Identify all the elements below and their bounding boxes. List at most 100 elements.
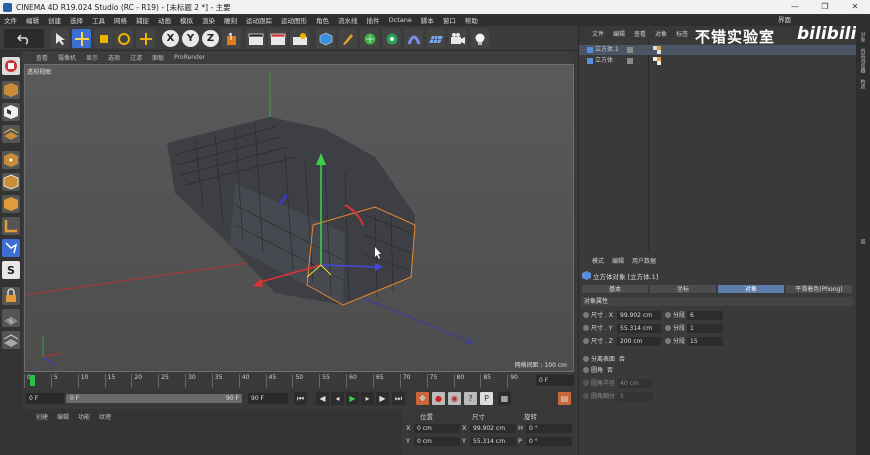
workplane-mode-button[interactable]	[2, 125, 20, 143]
go-to-start-button[interactable]: ⏮	[294, 392, 307, 405]
menu-mograph[interactable]: 运动图形	[281, 15, 307, 25]
object-row-cube[interactable]: 立方体	[579, 56, 857, 66]
close-button[interactable]: ✕	[840, 0, 870, 14]
snap-button[interactable]: S	[2, 261, 20, 279]
next-key-button[interactable]: ▶	[376, 392, 389, 405]
coord-pitch-field[interactable]: 0 °	[526, 437, 572, 446]
cloner-button[interactable]	[382, 29, 401, 48]
segments-z-field[interactable]: 15	[687, 337, 723, 346]
solo-button[interactable]	[2, 331, 20, 349]
current-frame-field[interactable]: 0 F	[536, 375, 574, 386]
attr-menu-user-data[interactable]: 用户数据	[632, 256, 656, 265]
menu-select[interactable]: 选择	[70, 15, 83, 25]
attr-tab-basic[interactable]: 基本	[581, 284, 649, 294]
menu-edit[interactable]: 编辑	[26, 15, 39, 25]
objects-menu-view[interactable]: 查看	[634, 29, 646, 38]
menu-sculpt[interactable]: 雕刻	[224, 15, 237, 25]
objects-menu-edit[interactable]: 编辑	[613, 29, 625, 38]
animate-toggle-icon[interactable]	[665, 312, 671, 318]
axis-mode-button[interactable]	[2, 217, 20, 235]
rotate-tool-button[interactable]	[114, 29, 133, 48]
menu-script[interactable]: 脚本	[421, 15, 434, 25]
visibility-toggle-icon[interactable]	[627, 58, 633, 64]
menu-window[interactable]: 窗口	[443, 15, 456, 25]
attr-menu-edit[interactable]: 编辑	[612, 256, 624, 265]
menu-file[interactable]: 文件	[4, 15, 17, 25]
coord-heading-field[interactable]: 0 °	[526, 424, 572, 433]
render-view-button[interactable]	[246, 29, 265, 48]
locked-workplane-button[interactable]	[2, 287, 20, 305]
move-tool-button[interactable]	[72, 29, 91, 48]
move-keyframe-button[interactable]: ✥	[416, 392, 429, 405]
point-level-animation-button[interactable]: P	[480, 392, 493, 405]
deformer-button[interactable]	[404, 29, 423, 48]
viewport-menu-panel[interactable]: 面板	[152, 53, 164, 62]
menu-plugins[interactable]: 插件	[367, 15, 380, 25]
animate-toggle-icon[interactable]	[583, 367, 589, 373]
camera-button[interactable]	[448, 29, 467, 48]
attr-tab-object[interactable]: 对象	[717, 284, 785, 294]
fillet-value[interactable]: 否	[607, 365, 613, 376]
size-y-field[interactable]: 55.314 cm	[617, 324, 661, 333]
menu-snap[interactable]: 捕捉	[136, 15, 149, 25]
texture-mode-button[interactable]	[2, 103, 20, 121]
planar-workplane-button[interactable]	[2, 309, 20, 327]
edges-mode-button[interactable]	[2, 173, 20, 191]
segments-y-field[interactable]: 1	[687, 324, 723, 333]
objects-menu-tags[interactable]: 标签	[676, 29, 688, 38]
preview-range-slider[interactable]: 0 F 90 F	[66, 394, 242, 403]
material-menu-edit[interactable]: 编辑	[57, 412, 69, 421]
points-mode-button[interactable]	[2, 151, 20, 169]
material-menu-create[interactable]: 创建	[36, 412, 48, 421]
z-axis-lock-button[interactable]: Z	[202, 30, 219, 47]
phong-tag-icon[interactable]	[653, 46, 661, 54]
go-to-end-button[interactable]: ⏭	[392, 392, 405, 405]
tweak-mode-button[interactable]	[2, 239, 20, 257]
viewport-menu-options[interactable]: 选项	[108, 53, 120, 62]
side-tab-structure[interactable]: 构造	[860, 79, 867, 89]
animate-toggle-icon[interactable]	[665, 338, 671, 344]
floor-button[interactable]	[426, 29, 445, 48]
previous-key-button[interactable]: ◀	[316, 392, 329, 405]
menu-character[interactable]: 角色	[316, 15, 329, 25]
next-frame-button[interactable]: ▸	[361, 392, 374, 405]
record-active-button[interactable]: ●	[432, 392, 445, 405]
spline-pen-button[interactable]	[338, 29, 357, 48]
coord-position-x-field[interactable]: 0 cm	[414, 424, 460, 433]
viewport-menu-filter[interactable]: 过滤	[130, 53, 142, 62]
perspective-viewport[interactable]: 透视视图 网格间距: 100 cm	[24, 64, 574, 372]
material-menu-function[interactable]: 功能	[78, 412, 90, 421]
menu-create[interactable]: 创建	[48, 15, 61, 25]
maximize-button[interactable]: ❐	[810, 0, 840, 14]
viewport-menu-cameras[interactable]: 摄像机	[58, 53, 76, 62]
keyframe-selection-button[interactable]: ?	[464, 392, 477, 405]
attr-tab-phong[interactable]: 平滑着色(Phong)	[785, 284, 853, 294]
menu-help[interactable]: 帮助	[465, 15, 478, 25]
render-picture-viewer-button[interactable]	[268, 29, 287, 48]
animate-toggle-icon[interactable]	[583, 356, 589, 362]
timeline-grid-button[interactable]: ▦	[498, 392, 511, 405]
viewport-menu-view[interactable]: 查看	[36, 53, 48, 62]
material-menu-texture[interactable]: 纹理	[99, 412, 111, 421]
menu-simulate[interactable]: 模拟	[180, 15, 193, 25]
size-z-field[interactable]: 200 cm	[617, 337, 661, 346]
animate-toggle-icon[interactable]	[583, 325, 589, 331]
cube-primitive-button[interactable]	[316, 29, 335, 48]
undo-button[interactable]	[4, 29, 44, 48]
size-x-field[interactable]: 99.902 cm	[617, 311, 661, 320]
side-tab-objects[interactable]: 对象	[860, 32, 867, 42]
menu-render[interactable]: 渲染	[202, 15, 215, 25]
separate-surfaces-value[interactable]: 否	[619, 354, 625, 365]
animate-toggle-icon[interactable]	[583, 312, 589, 318]
min-frame-field[interactable]: 0 F	[26, 393, 64, 404]
menu-animate[interactable]: 动画	[158, 15, 171, 25]
menu-motion-tracking[interactable]: 运动跟踪	[246, 15, 272, 25]
y-axis-lock-button[interactable]: Y	[182, 30, 199, 47]
menu-octane[interactable]: Octane	[389, 16, 412, 24]
animate-toggle-icon[interactable]	[665, 325, 671, 331]
side-tab-layers[interactable]: 层	[860, 239, 867, 244]
visibility-toggle-icon[interactable]	[627, 47, 633, 53]
coordinate-system-button[interactable]	[222, 29, 241, 48]
timeline-window-button[interactable]: ▤	[558, 392, 571, 405]
minimize-button[interactable]: —	[780, 0, 810, 14]
